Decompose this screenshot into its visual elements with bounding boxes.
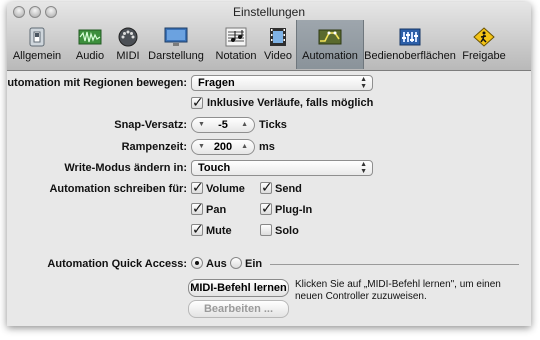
snap-offset-stepper[interactable]: ▼ -5 ▲ <box>191 117 255 133</box>
edit-button[interactable]: Bearbeiten ... <box>188 300 289 318</box>
tab-video[interactable]: Video <box>263 20 293 69</box>
include-curves-label: Inklusive Verläufe, falls möglich <box>207 97 374 109</box>
midi-learn-hint: Klicken Sie auf „MIDI-Befehl lernen", um… <box>295 279 501 302</box>
ramp-time-label: Rampenzeit: <box>121 141 187 153</box>
display-monitor-icon <box>164 27 188 47</box>
notation-score-icon <box>224 27 248 47</box>
popup-arrows-icon: ▲ ▼ <box>360 161 367 175</box>
plugin-label: Plug-In <box>275 204 313 216</box>
pan-label: Pan <box>206 204 227 216</box>
quick-access-on-label: Ein <box>245 258 263 270</box>
quick-access-on-radio[interactable] <box>230 257 242 269</box>
tab-bedienoberflaechen[interactable]: Bedienoberflächen <box>364 20 456 69</box>
automation-curve-icon <box>318 27 342 47</box>
separator-line <box>270 264 519 265</box>
snap-offset-label: Snap-Versatz: <box>114 119 187 131</box>
move-with-regions-popup[interactable]: Fragen ▲ ▼ <box>191 75 373 91</box>
mute-checkbox[interactable] <box>191 221 204 238</box>
volume-checkbox[interactable] <box>191 179 204 196</box>
move-with-regions-value: Fragen <box>198 77 235 89</box>
pan-checkbox[interactable] <box>191 200 204 217</box>
solo-checkbox[interactable] <box>260 224 272 236</box>
automation-pane: Automation mit Regionen bewegen: Fragen … <box>7 71 531 326</box>
tab-automation[interactable]: Automation <box>296 20 364 69</box>
send-label: Send <box>275 183 302 195</box>
write-mode-value: Touch <box>198 162 231 174</box>
increment-icon[interactable]: ▲ <box>241 118 248 132</box>
popup-arrows-icon: ▲ ▼ <box>360 76 367 90</box>
send-checkbox[interactable] <box>260 179 273 196</box>
snap-offset-unit: Ticks <box>259 119 287 131</box>
ramp-time-stepper[interactable]: ▼ 200 ▲ <box>191 139 255 155</box>
title-bar: Einstellungen Allgemein Audio MIDI Darst… <box>7 2 531 71</box>
write-mode-popup[interactable]: Touch ▲ ▼ <box>191 160 373 176</box>
tab-midi[interactable]: MIDI <box>111 20 145 69</box>
tab-freigabe[interactable]: Freigabe <box>457 20 511 69</box>
quick-access-label: Automation Quick Access: <box>47 258 187 270</box>
tab-audio[interactable]: Audio <box>71 20 109 69</box>
plugin-checkbox[interactable] <box>260 200 273 217</box>
tab-notation[interactable]: Notation <box>211 20 261 69</box>
mute-label: Mute <box>206 225 232 237</box>
volume-label: Volume <box>206 183 245 195</box>
include-curves-checkbox[interactable] <box>191 94 204 111</box>
midi-learn-button[interactable]: MIDI-Befehl lernen <box>188 279 289 297</box>
control-surface-icon <box>398 27 422 47</box>
solo-label: Solo <box>275 225 299 237</box>
window-title: Einstellungen <box>232 5 306 19</box>
tab-darstellung[interactable]: Darstellung <box>147 20 205 69</box>
preferences-toolbar: Allgemein Audio MIDI Darstellung Notatio… <box>7 20 531 70</box>
quick-access-off-radio[interactable] <box>191 257 203 269</box>
tab-allgemein[interactable]: Allgemein <box>9 20 65 69</box>
move-with-regions-label: Automation mit Regionen bewegen: <box>7 77 187 89</box>
quick-access-off-label: Aus <box>206 258 227 270</box>
audio-waveform-icon <box>78 27 102 47</box>
write-mode-label: Write-Modus ändern in: <box>64 162 187 174</box>
general-switch-icon <box>25 27 49 47</box>
write-for-label: Automation schreiben für: <box>49 183 187 195</box>
video-film-icon <box>266 27 290 47</box>
ramp-time-unit: ms <box>259 141 275 153</box>
preferences-window: Einstellungen Allgemein Audio MIDI Darst… <box>7 2 531 326</box>
increment-icon[interactable]: ▲ <box>241 140 248 154</box>
sharing-sign-icon <box>472 27 496 47</box>
midi-connector-icon <box>116 27 140 47</box>
